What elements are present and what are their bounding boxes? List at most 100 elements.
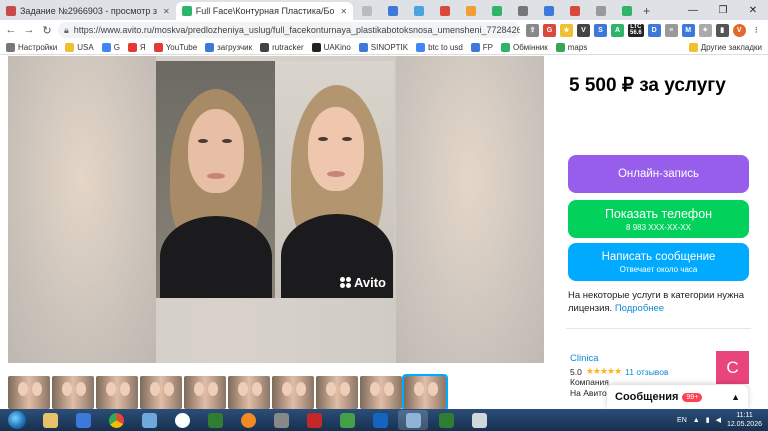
tab-title: Full Face\Контурная Пластика/Бо <box>195 6 335 16</box>
close-window-icon[interactable]: ✕ <box>738 0 768 20</box>
extension-icon[interactable]: M <box>681 23 695 37</box>
extension-icon[interactable]: D <box>647 23 661 37</box>
network-icon[interactable]: ▮ <box>706 416 710 424</box>
volume-icon[interactable]: ◀ <box>716 416 721 424</box>
window-controls: — ❐ ✕ <box>678 0 768 20</box>
share-icon[interactable]: ⇪ <box>526 23 539 37</box>
thumbnail[interactable] <box>360 376 402 409</box>
before-photo <box>156 61 275 298</box>
extension-icon[interactable]: ▮ <box>715 23 729 37</box>
mini-tab[interactable] <box>485 4 509 18</box>
bookmark-yandex[interactable]: Я <box>127 42 146 52</box>
thumbnail[interactable] <box>140 376 182 409</box>
mini-tab[interactable] <box>563 4 587 18</box>
bookmark-btc[interactable]: btc to usd <box>416 42 463 52</box>
taskbar-app[interactable] <box>68 410 98 430</box>
clock[interactable]: 11:11 12.05.2026 <box>727 411 762 429</box>
bookmark-settings[interactable]: Настройки <box>6 42 57 52</box>
bookmark-rutracker[interactable]: rutracker <box>260 42 304 52</box>
taskbar-app[interactable] <box>431 410 461 430</box>
bookmark-usa[interactable]: USA <box>65 42 94 52</box>
back-icon[interactable]: ← <box>4 24 18 36</box>
tab-task[interactable]: Задание №2966903 - просмотр з ✕ <box>0 2 176 20</box>
menu-icon[interactable]: ⋮ <box>749 23 763 37</box>
star-icon[interactable]: ★ <box>560 23 573 37</box>
lock-icon: 🔒︎ <box>64 24 69 35</box>
mini-tab[interactable] <box>589 4 613 18</box>
url-field[interactable]: 🔒︎ https://www.avito.ru/moskva/predlozhe… <box>58 22 520 38</box>
close-tab-icon[interactable]: ✕ <box>340 7 347 16</box>
thumbnail-selected[interactable] <box>402 374 448 409</box>
reviews-link[interactable]: 11 отзывов <box>625 367 668 377</box>
reload-icon[interactable]: ↻ <box>40 24 54 37</box>
chevron-up-icon[interactable]: ▲ <box>731 392 740 402</box>
bookmark-uakino[interactable]: UAKino <box>311 42 351 52</box>
thumbnail[interactable] <box>272 376 314 409</box>
seller-name[interactable]: Clinica <box>570 353 599 364</box>
mini-tab[interactable] <box>615 4 639 18</box>
mini-tab[interactable] <box>355 4 379 18</box>
bookmark-youtube[interactable]: YouTube <box>153 42 197 52</box>
taskbar-yandex[interactable] <box>167 410 197 430</box>
taskbar-media[interactable] <box>233 410 263 430</box>
thumbnail[interactable] <box>52 376 94 409</box>
mini-tab[interactable] <box>511 4 535 18</box>
taskbar-app[interactable] <box>266 410 296 430</box>
bookmark-fp[interactable]: FP <box>470 42 493 52</box>
taskbar-app[interactable] <box>332 410 362 430</box>
bookmark-exchanger[interactable]: Обмінник <box>501 42 548 52</box>
messages-popup[interactable]: Сообщения 99+ ▲ <box>607 385 748 409</box>
avatar-icon[interactable]: V <box>732 23 746 37</box>
forward-icon[interactable]: → <box>22 24 36 36</box>
online-booking-button[interactable]: Онлайн-запись <box>568 155 749 193</box>
maximize-icon[interactable]: ❐ <box>708 0 738 20</box>
taskbar-app[interactable] <box>365 410 395 430</box>
taskbar-chrome[interactable] <box>101 410 131 430</box>
taskbar-app[interactable] <box>398 410 428 430</box>
ltc-value: 56.6 <box>630 30 642 36</box>
write-message-label: Написать сообщение <box>601 250 716 263</box>
extension-icon[interactable]: A <box>611 23 624 37</box>
taskbar-app[interactable] <box>200 410 230 430</box>
mini-tab[interactable] <box>537 4 561 18</box>
thumbnail[interactable] <box>96 376 138 409</box>
puzzle-icon[interactable]: ✦ <box>698 23 712 37</box>
bookmark-google[interactable]: G <box>101 42 120 52</box>
new-tab-icon[interactable]: + <box>643 4 650 18</box>
bookmark-sinoptik[interactable]: SINOPTIK <box>358 42 408 52</box>
bookmark-loader[interactable]: загрузчик <box>205 42 252 52</box>
mini-tab[interactable] <box>381 4 405 18</box>
taskbar-aida64[interactable] <box>299 410 329 430</box>
rating-value: 5.0 <box>570 366 582 377</box>
show-phone-button[interactable]: Показать телефон 8 983 XXX-XX-XX <box>568 200 749 238</box>
thumbnail[interactable] <box>8 376 50 409</box>
close-tab-icon[interactable]: ✕ <box>163 7 170 16</box>
mini-tab[interactable] <box>407 4 431 18</box>
start-button[interactable] <box>2 409 32 431</box>
extension-icon[interactable]: V <box>577 23 590 37</box>
language-indicator[interactable]: EN <box>677 417 687 424</box>
tray-arrow-icon[interactable]: ▲ <box>693 417 700 424</box>
license-more-link[interactable]: Подробнее <box>615 303 664 314</box>
bookmark-maps[interactable]: maps <box>555 42 587 52</box>
other-bookmarks[interactable]: Другие закладки <box>688 42 762 52</box>
thumbnail-strip <box>8 374 448 409</box>
main-photo[interactable]: Avito <box>156 61 394 298</box>
extension-icon[interactable]: G <box>543 23 556 37</box>
thumbnail[interactable] <box>228 376 270 409</box>
tab-avito[interactable]: Full Face\Контурная Пластика/Бо ✕ <box>175 2 354 20</box>
thumbnail[interactable] <box>316 376 358 409</box>
thumbnail[interactable] <box>184 376 226 409</box>
ltc-ticker[interactable]: LTC 56.6 <box>628 23 644 37</box>
seller-avatar[interactable]: C <box>716 351 749 384</box>
taskbar-app[interactable] <box>464 410 494 430</box>
write-message-button[interactable]: Написать сообщение Отвечает около часа <box>568 243 749 281</box>
taskbar-app[interactable] <box>134 410 164 430</box>
mini-tab[interactable] <box>433 4 457 18</box>
minimize-icon[interactable]: — <box>678 0 708 20</box>
windows-icon <box>8 411 26 429</box>
mini-tab[interactable] <box>459 4 483 18</box>
extension-icon[interactable]: ≡ <box>664 23 678 37</box>
extension-icon[interactable]: S <box>594 23 607 37</box>
taskbar-explorer[interactable] <box>35 410 65 430</box>
